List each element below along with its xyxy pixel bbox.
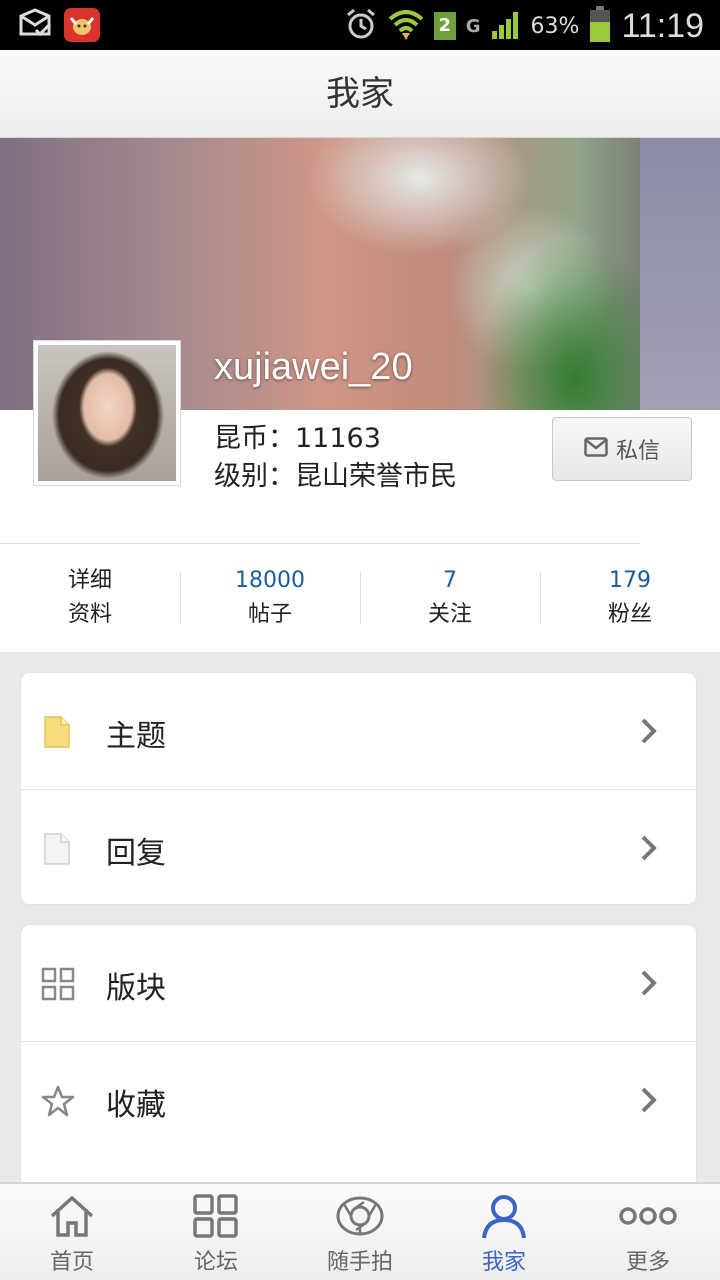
battery-icon (589, 6, 611, 46)
clock: 11:19 (621, 6, 704, 45)
menu-item-label: 回复 (106, 836, 166, 871)
tab-home[interactable]: 首页 (0, 1184, 144, 1280)
stat-following[interactable]: 7 关注 (360, 558, 540, 638)
reply-doc-icon (41, 832, 73, 866)
chevron-right-icon (640, 1086, 658, 1118)
stat-value: 18000 (235, 568, 305, 593)
coins-line: 昆币：11163 (214, 423, 381, 454)
bottom-tab-bar: 首页 论坛 随手拍 我家 更多 (0, 1182, 720, 1280)
menu-item-boards[interactable]: 版块 (21, 925, 696, 1042)
battery-percent: 63% (530, 13, 580, 39)
stat-label: 粉丝 (607, 602, 652, 627)
menu-item-replies[interactable]: 回复 (21, 790, 696, 907)
tab-more[interactable]: 更多 (576, 1184, 720, 1280)
stat-fans[interactable]: 179 粉丝 (540, 558, 720, 638)
avatar[interactable] (33, 340, 181, 486)
stat-value: 179 (609, 568, 651, 593)
stat-top: 详细 (67, 568, 112, 593)
tab-forum[interactable]: 论坛 (144, 1184, 288, 1280)
tab-label: 我家 (481, 1250, 526, 1275)
menu-card-posts: 主题 回复 (20, 672, 697, 905)
stat-label: 关注 (427, 602, 472, 627)
private-message-label: 私信 (615, 439, 660, 464)
sim-icon: 2 (433, 12, 456, 40)
envelope-icon (584, 437, 608, 461)
level-line: 级别：昆山荣誉市民 (214, 461, 457, 492)
tab-label: 随手拍 (326, 1250, 393, 1275)
chevron-right-icon (640, 717, 658, 749)
tab-my-home[interactable]: 我家 (432, 1184, 576, 1280)
stat-posts[interactable]: 18000 帖子 (180, 558, 360, 638)
chevron-right-icon (640, 834, 658, 866)
header-bar: 我家 (0, 50, 720, 138)
alarm-icon (344, 7, 378, 45)
private-message-button[interactable]: 私信 (552, 417, 692, 481)
divider (0, 543, 640, 544)
star-icon (41, 1084, 75, 1118)
tab-snapshot[interactable]: 随手拍 (288, 1184, 432, 1280)
app-bull-icon (64, 8, 100, 42)
stats-row: 详细 资料 18000 帖子 7 关注 179 粉丝 (0, 558, 720, 638)
stat-value: 7 (443, 568, 457, 593)
tab-label: 首页 (49, 1250, 94, 1275)
grid-icon (41, 967, 75, 1001)
menu-item-favorites[interactable]: 收藏 (21, 1042, 696, 1159)
mail-check-icon (18, 8, 52, 42)
page-title: 我家 (326, 74, 394, 114)
wifi-icon (388, 7, 424, 45)
stat-profile-details[interactable]: 详细 资料 (0, 558, 180, 638)
profile-section: xujiawei_20 昆币：11163 级别：昆山荣誉市民 私信 详细 资料 … (0, 138, 720, 652)
menu-item-topics[interactable]: 主题 (21, 673, 696, 790)
tab-label: 更多 (625, 1250, 670, 1275)
menu-item-label: 版块 (106, 971, 166, 1006)
menu-card-boards: 版块 收藏 (20, 924, 697, 1214)
menu-item-label: 收藏 (106, 1088, 166, 1123)
stat-label: 帖子 (247, 602, 292, 627)
topic-doc-icon (41, 715, 73, 749)
username: xujiawei_20 (214, 346, 413, 388)
chevron-right-icon (640, 969, 658, 1001)
menu-item-label: 主题 (106, 719, 166, 754)
network-type: G (465, 15, 481, 37)
stat-bottom: 资料 (67, 602, 112, 627)
tab-label: 论坛 (193, 1250, 238, 1275)
status-bar: 2 G 63% 11:19 (0, 0, 720, 50)
signal-icon (491, 9, 521, 43)
